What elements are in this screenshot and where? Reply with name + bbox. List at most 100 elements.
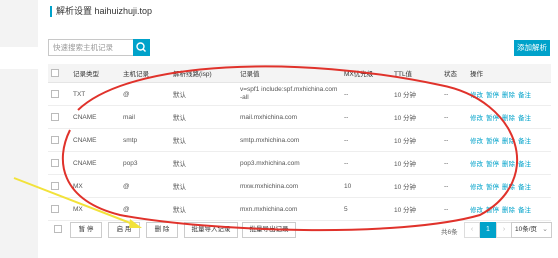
resolve-line: 默认 [170, 197, 237, 221]
delete-link[interactable]: 删除 [502, 161, 515, 168]
record-value: smtp.mxhichina.com [237, 128, 341, 152]
edit-link[interactable]: 修改 [470, 161, 483, 168]
delete-link[interactable]: 删除 [502, 184, 515, 191]
record-type: TXT [70, 82, 120, 106]
note-link[interactable]: 备注 [518, 115, 531, 122]
row-checkbox[interactable] [51, 136, 59, 144]
ttl: 10 分钟 [391, 151, 441, 175]
ttl: 10 分钟 [391, 128, 441, 152]
current-page-button[interactable]: 1 [480, 222, 496, 238]
pause-link[interactable]: 暂停 [486, 138, 499, 145]
pause-link[interactable]: 暂停 [486, 207, 499, 214]
footer-select-all-checkbox[interactable] [54, 225, 62, 233]
note-link[interactable]: 备注 [518, 138, 531, 145]
dns-records-table: 记录类型 主机记录 解析线路(isp) 记录值 MX优先级 TTL值 状态 操作… [48, 64, 551, 221]
sidebar-selected-item[interactable] [0, 47, 38, 69]
record-type: MX [70, 197, 120, 221]
row-checkbox[interactable] [51, 159, 59, 167]
table-header-row: 记录类型 主机记录 解析线路(isp) 记录值 MX优先级 TTL值 状态 操作 [48, 64, 551, 83]
edit-link[interactable]: 修改 [470, 138, 483, 145]
mx-priority: -- [341, 82, 391, 106]
note-link[interactable]: 备注 [518, 184, 531, 191]
edit-link[interactable]: 修改 [470, 115, 483, 122]
col-header: MX优先级 [341, 64, 391, 83]
host-record: smtp [120, 128, 170, 152]
pause-link[interactable]: 暂停 [486, 184, 499, 191]
record-type: MX [70, 174, 120, 198]
mx-priority: -- [341, 105, 391, 129]
search-icon [136, 42, 146, 52]
status: -- [441, 105, 467, 129]
actions-cell: 修改 暂停 删除 备注 [467, 82, 551, 106]
col-header: 记录类型 [70, 64, 120, 83]
table-footer: 暂 停 启 用 删 除 批量导入记录 批量导出记录 共6条 ‹ 1 › 10条/… [48, 219, 558, 241]
mx-priority: 10 [341, 174, 391, 198]
prev-page-button[interactable]: ‹ [464, 222, 480, 238]
next-page-button[interactable]: › [496, 222, 512, 238]
status: -- [441, 174, 467, 198]
actions-cell: 修改 暂停 删除 备注 [467, 105, 551, 129]
row-checkbox[interactable] [51, 205, 59, 213]
delete-button[interactable]: 删 除 [146, 222, 178, 238]
pause-link[interactable]: 暂停 [486, 115, 499, 122]
col-header: 操作 [467, 64, 551, 83]
select-all-cell[interactable] [48, 64, 70, 83]
status: -- [441, 151, 467, 175]
ttl: 10 分钟 [391, 82, 441, 106]
record-type: CNAME [70, 105, 120, 129]
host-record: @ [120, 197, 170, 221]
note-link[interactable]: 备注 [518, 92, 531, 99]
batch-import-button[interactable]: 批量导入记录 [184, 222, 238, 238]
select-all-checkbox[interactable] [51, 69, 59, 77]
record-value: mail.mxhichina.com [237, 105, 341, 129]
batch-export-button[interactable]: 批量导出记录 [242, 222, 296, 238]
pause-button[interactable]: 暂 停 [70, 222, 102, 238]
status: -- [441, 197, 467, 221]
edit-link[interactable]: 修改 [470, 92, 483, 99]
host-record: mail [120, 105, 170, 129]
page-size-value: 10条/页 [515, 226, 538, 233]
ttl: 10 分钟 [391, 197, 441, 221]
search-button[interactable] [133, 39, 150, 56]
page-size-select[interactable]: 10条/页 ⌄ [511, 222, 552, 238]
record-type: CNAME [70, 151, 120, 175]
actions-cell: 修改 暂停 删除 备注 [467, 151, 551, 175]
note-link[interactable]: 备注 [518, 207, 531, 214]
main-panel: 解析设置 haihuizhuji.top 快速搜索主机记录 添加解析 记录类型 … [38, 0, 558, 258]
delete-link[interactable]: 删除 [502, 92, 515, 99]
row-checkbox[interactable] [51, 113, 59, 121]
add-record-button[interactable]: 添加解析 [514, 40, 550, 56]
actions-cell: 修改 暂停 删除 备注 [467, 174, 551, 198]
row-checkbox[interactable] [51, 182, 59, 190]
row-checkbox[interactable] [51, 90, 59, 98]
table-row: CNAME smtp 默认 smtp.mxhichina.com -- 10 分… [48, 128, 551, 152]
col-header: TTL值 [391, 64, 441, 83]
record-value: mxn.mxhichina.com [237, 197, 341, 221]
pause-link[interactable]: 暂停 [486, 92, 499, 99]
host-record: @ [120, 82, 170, 106]
delete-link[interactable]: 删除 [502, 138, 515, 145]
table-row: MX @ 默认 mxw.mxhichina.com 10 10 分钟 -- 修改… [48, 174, 551, 198]
pause-link[interactable]: 暂停 [486, 161, 499, 168]
table-row: CNAME mail 默认 mail.mxhichina.com -- 10 分… [48, 105, 551, 129]
edit-link[interactable]: 修改 [470, 184, 483, 191]
mx-priority: -- [341, 128, 391, 152]
ttl: 10 分钟 [391, 105, 441, 129]
record-value: v=spf1 include:spf.mxhichina.com -all [237, 82, 341, 106]
table-row: CNAME pop3 默认 pop3.mxhichina.com -- 10 分… [48, 151, 551, 175]
resolve-line: 默认 [170, 151, 237, 175]
delete-link[interactable]: 删除 [502, 207, 515, 214]
resolve-line: 默认 [170, 105, 237, 129]
col-header: 解析线路(isp) [170, 64, 237, 83]
table-row: TXT @ 默认 v=spf1 include:spf.mxhichina.co… [48, 82, 551, 106]
status: -- [441, 128, 467, 152]
edit-link[interactable]: 修改 [470, 207, 483, 214]
search-input[interactable]: 快速搜索主机记录 [48, 39, 134, 56]
enable-button[interactable]: 启 用 [108, 222, 140, 238]
note-link[interactable]: 备注 [518, 161, 531, 168]
page-title: 解析设置 haihuizhuji.top [50, 6, 152, 17]
total-count: 共6条 [441, 229, 458, 236]
actions-cell: 修改 暂停 删除 备注 [467, 128, 551, 152]
delete-link[interactable]: 删除 [502, 115, 515, 122]
actions-cell: 修改 暂停 删除 备注 [467, 197, 551, 221]
